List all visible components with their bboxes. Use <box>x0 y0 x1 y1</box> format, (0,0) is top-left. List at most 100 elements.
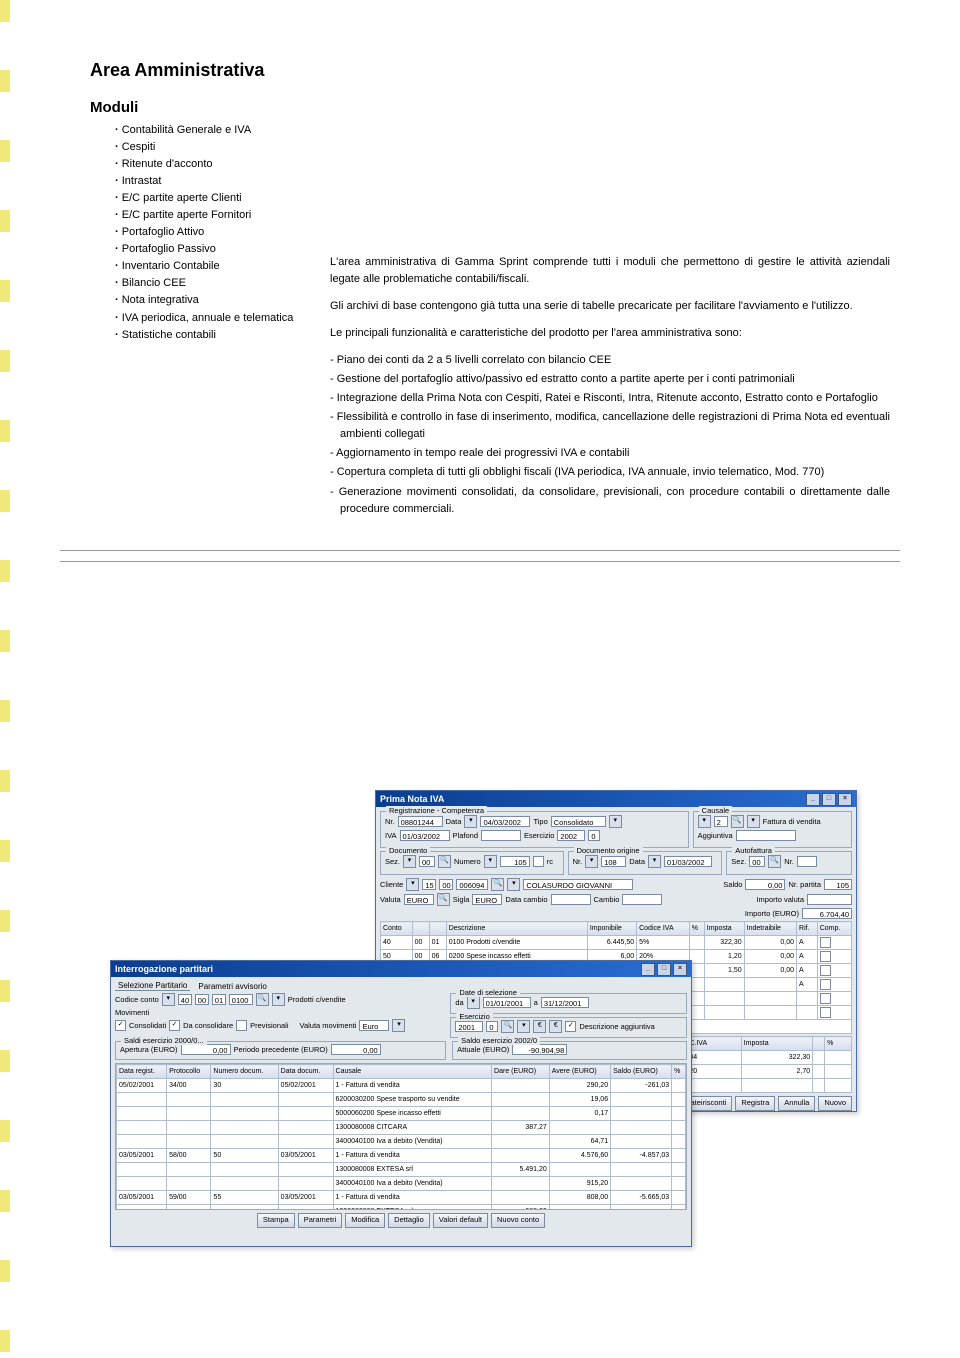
da-input[interactable]: 01/01/2001 <box>483 997 531 1008</box>
search-icon[interactable]: 🔍 <box>438 855 451 868</box>
docorig-data-input[interactable]: 01/03/2002 <box>664 856 712 867</box>
cc1-input[interactable]: 40 <box>178 994 192 1005</box>
search-icon[interactable]: 🔍 <box>256 993 269 1006</box>
module-item: Contabilità Generale e IVA <box>115 122 330 139</box>
annulla-button[interactable]: Annulla <box>778 1096 815 1111</box>
tipo-select[interactable]: Consolidato <box>551 816 606 827</box>
docorig-nr-input[interactable]: 108 <box>601 856 626 867</box>
cc4-input[interactable]: 0100 <box>229 994 253 1005</box>
es-sub-input[interactable]: 0 <box>486 1021 498 1032</box>
dettaglio-button[interactable]: Dettaglio <box>388 1213 430 1228</box>
docorig-data-label: Data <box>629 857 645 866</box>
nr-input[interactable]: 08801244 <box>398 816 443 827</box>
tab-selezione[interactable]: Selezione Partitario <box>115 981 190 991</box>
parametri-button[interactable]: Parametri <box>298 1213 343 1228</box>
af-nr-input[interactable] <box>797 856 817 867</box>
modifica-button[interactable]: Modifica <box>345 1213 385 1228</box>
search-icon[interactable]: 🔍 <box>501 1020 514 1033</box>
apertura-input[interactable]: 0,00 <box>181 1044 231 1055</box>
registra-button[interactable]: Registra <box>735 1096 775 1111</box>
periodoprec-input[interactable]: 0,00 <box>331 1044 381 1055</box>
nuovo-button[interactable]: Nuovo <box>818 1096 852 1111</box>
cliente-c3[interactable]: 006094 <box>456 879 488 890</box>
cliente-desc[interactable]: COLASURDO GIOVANNI <box>523 879 633 890</box>
chevron-down-icon[interactable]: ▾ <box>406 878 419 891</box>
cliente-c2[interactable]: 00 <box>439 879 453 890</box>
datacambio-input[interactable] <box>551 894 591 905</box>
chevron-down-icon[interactable]: ▾ <box>272 993 285 1006</box>
calendar-icon[interactable]: ▾ <box>464 815 477 828</box>
chevron-down-icon[interactable]: ▾ <box>162 993 175 1006</box>
group-label: Causale <box>699 806 733 815</box>
esercizio-input[interactable]: 2002 <box>557 830 585 841</box>
group-label: Autofattura <box>732 846 775 855</box>
impvaluta-input[interactable] <box>807 894 852 905</box>
checkbox-daconsolidare[interactable]: ✓ <box>169 1020 180 1031</box>
esercizio-sub-input[interactable]: 0 <box>588 830 600 841</box>
checkbox-consolidati[interactable]: ✓ <box>115 1020 126 1031</box>
partitari-grid[interactable]: Data regist.ProtocolloNumero docum.Data … <box>116 1064 686 1210</box>
search-icon[interactable]: 🔍 <box>491 878 504 891</box>
cc2-input[interactable]: 00 <box>195 994 209 1005</box>
valuta-input[interactable]: EURO <box>404 894 434 905</box>
maximize-icon[interactable]: □ <box>657 963 671 976</box>
es-input[interactable]: 2001 <box>455 1021 483 1032</box>
maximize-icon[interactable]: □ <box>822 793 836 806</box>
a-input[interactable]: 31/12/2001 <box>541 997 589 1008</box>
numero-input[interactable]: 105 <box>500 856 530 867</box>
calendar-icon[interactable]: ▾ <box>648 855 661 868</box>
impeuro-input[interactable]: 6.704,40 <box>802 908 852 919</box>
plafond-input[interactable] <box>481 830 521 841</box>
euro-icon[interactable]: € <box>533 1020 546 1033</box>
search-icon[interactable]: 🔍 <box>437 893 450 906</box>
calendar-icon[interactable]: ▾ <box>467 996 480 1009</box>
chevron-down-icon[interactable]: ▾ <box>609 815 622 828</box>
prevision-label: Previsionali <box>250 1021 288 1030</box>
chevron-down-icon[interactable]: ▾ <box>484 855 497 868</box>
titlebar[interactable]: Interrogazione partitari _ □ × <box>111 961 691 977</box>
saldoatt-input[interactable]: -90.904,98 <box>512 1044 567 1055</box>
causale-input[interactable]: 2 <box>714 816 728 827</box>
euro-icon[interactable]: € <box>549 1020 562 1033</box>
nrpartita-input[interactable]: 105 <box>824 879 852 890</box>
minimize-icon[interactable]: _ <box>806 793 820 806</box>
nuovoconto-button[interactable]: Nuovo conto <box>491 1213 545 1228</box>
esercizio-label: Esercizio <box>524 831 554 840</box>
chevron-down-icon[interactable]: ▾ <box>698 815 711 828</box>
intro-para-1: L'area amministrativa di Gamma Sprint co… <box>330 254 890 288</box>
valoridefault-button[interactable]: Valori default <box>433 1213 488 1228</box>
close-icon[interactable]: × <box>838 793 852 806</box>
cliente-c1[interactable]: 15 <box>422 879 436 890</box>
mov-label: Movimenti <box>115 1008 149 1017</box>
divider <box>60 561 900 562</box>
search-icon[interactable]: 🔍 <box>731 815 744 828</box>
valmov-input[interactable]: Euro <box>359 1020 389 1031</box>
chevron-down-icon[interactable]: ▾ <box>585 855 598 868</box>
af-nr-label: Nr. <box>784 857 794 866</box>
data-input[interactable]: 04/03/2002 <box>480 816 530 827</box>
apertura-label: Apertura (EURO) <box>120 1045 178 1054</box>
descragg-label: Descrizione aggiuntiva <box>579 1022 654 1031</box>
search-icon[interactable]: 🔍 <box>768 855 781 868</box>
checkbox-previsionali[interactable] <box>236 1020 247 1031</box>
chevron-down-icon[interactable]: ▾ <box>517 1020 530 1033</box>
cambio-input[interactable] <box>622 894 662 905</box>
aggiuntiva-input[interactable] <box>736 830 796 841</box>
checkbox[interactable] <box>533 856 544 867</box>
titlebar[interactable]: Prima Nota IVA _ □ × <box>376 791 856 807</box>
tab-parametri[interactable]: Parametri avvisorio <box>198 982 266 991</box>
chevron-down-icon[interactable]: ▾ <box>403 855 416 868</box>
saldo-input[interactable]: 0,00 <box>745 879 785 890</box>
chevron-down-icon[interactable]: ▾ <box>392 1019 405 1032</box>
minimize-icon[interactable]: _ <box>641 963 655 976</box>
iva-input[interactable]: 01/03/2002 <box>400 830 450 841</box>
sigla-input[interactable]: EURO <box>472 894 502 905</box>
checkbox-descragg[interactable]: ✓ <box>565 1021 576 1032</box>
chevron-down-icon[interactable]: ▾ <box>747 815 760 828</box>
close-icon[interactable]: × <box>673 963 687 976</box>
stampa-button[interactable]: Stampa <box>257 1213 295 1228</box>
chevron-down-icon[interactable]: ▾ <box>507 878 520 891</box>
cc3-input[interactable]: 01 <box>212 994 226 1005</box>
sez-input[interactable]: 00 <box>419 856 435 867</box>
af-sez-input[interactable]: 00 <box>749 856 765 867</box>
